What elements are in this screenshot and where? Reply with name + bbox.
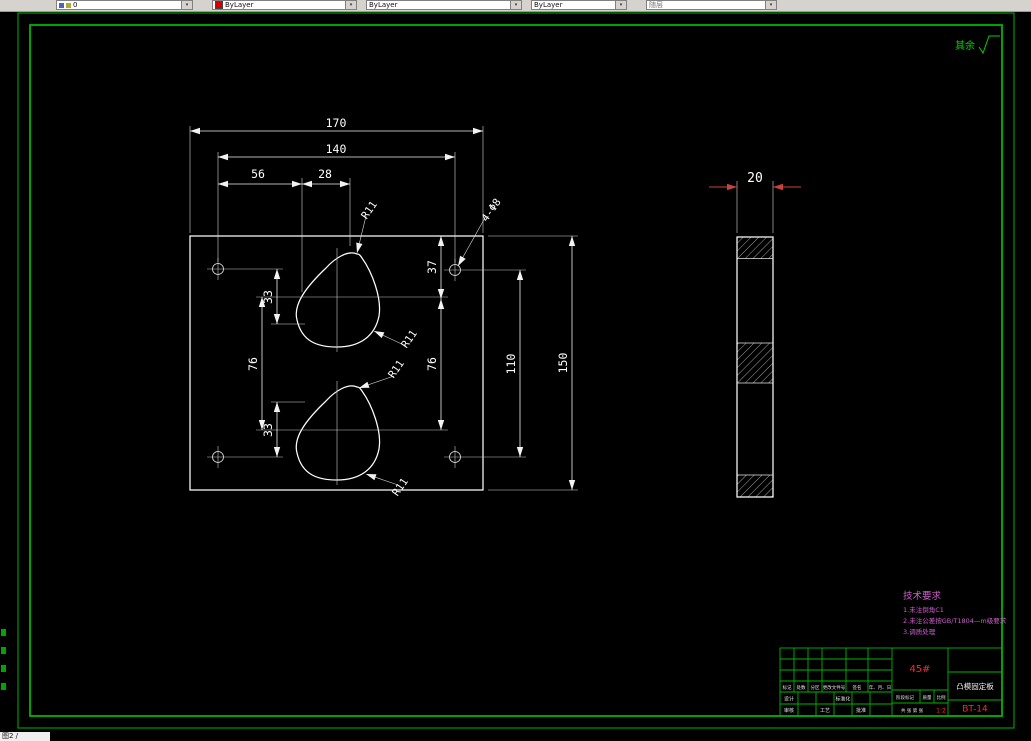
dim-37: 37 — [425, 260, 439, 274]
tb-material: 45# — [909, 664, 930, 675]
tech-req-title: 技术要求 — [903, 590, 942, 602]
properties-toolbar: 0 ▾ ByLayer ▾ ByLayer ▾ ByLayer ▾ 随层 ▾ — [0, 0, 1031, 12]
dropdown-arrow-icon[interactable]: ▾ — [765, 1, 776, 9]
dropdown-arrow-icon[interactable]: ▾ — [181, 1, 192, 9]
plotstyle-value: 随层 — [649, 1, 663, 9]
dimension-lines — [190, 127, 576, 490]
linetype-dropdown[interactable]: ByLayer ▾ — [366, 0, 522, 10]
tb-label: 阶段标记 — [896, 694, 914, 701]
layer-value: 0 — [73, 1, 78, 9]
tb-label: 标准化 — [835, 696, 850, 703]
roughness-symbol-icon — [978, 35, 1000, 55]
cad-window: 0 ▾ ByLayer ▾ ByLayer ▾ ByLayer ▾ 随层 ▾ 其… — [0, 0, 1031, 741]
layer-state-icon — [59, 2, 64, 8]
dim-width-outer: 170 — [326, 116, 347, 130]
margin-zone-marks — [1, 629, 6, 690]
tb-label: 质量 — [923, 694, 932, 701]
teardrop-lower — [295, 385, 381, 481]
tb-scale: 1:2 — [936, 708, 946, 715]
color-dropdown[interactable]: ByLayer ▾ — [212, 0, 357, 10]
tb-label: 工艺 — [820, 708, 830, 714]
color-swatch-icon — [215, 1, 223, 9]
callout-r11-top: R11 — [359, 199, 380, 221]
plotstyle-dropdown[interactable]: 随层 ▾ — [646, 0, 777, 10]
tb-label: 批准 — [856, 707, 866, 714]
status-text: 图2 / — [0, 732, 50, 741]
plate-outline — [189, 235, 484, 491]
dim-56: 56 — [251, 167, 265, 181]
side-view: 20 — [709, 171, 801, 498]
tb-label: 分区 — [811, 684, 820, 691]
dim-33-lower: 33 — [261, 423, 275, 437]
layer-lock-icon — [66, 2, 71, 8]
tb-label: 年、月、日 — [869, 684, 892, 691]
hatch-bottom — [737, 475, 773, 497]
tb-part-name: 凸模固定板 — [956, 681, 994, 691]
tb-drawing-no: BT-14 — [962, 705, 988, 715]
dropdown-arrow-icon[interactable]: ▾ — [615, 1, 626, 9]
extension-lines — [189, 126, 774, 491]
dim-width-holes: 140 — [326, 142, 347, 156]
lineweight-value: ByLayer — [534, 1, 563, 9]
dim-150: 150 — [556, 353, 570, 374]
surface-note-text: 其余 — [955, 39, 975, 52]
dim-110: 110 — [504, 354, 518, 375]
callout-r11-mid-upper: R11 — [399, 328, 420, 350]
teardrop-cutouts — [256, 248, 448, 485]
tb-label: 标记 — [783, 684, 792, 691]
callout-leaders: R11 4-Φ8 R11 R11 R11 — [356, 196, 504, 498]
surface-finish-note: 其余 — [955, 35, 1000, 55]
lineweight-dropdown[interactable]: ByLayer ▾ — [531, 0, 627, 10]
color-value: ByLayer — [225, 1, 254, 9]
dropdown-arrow-icon[interactable]: ▾ — [345, 1, 356, 9]
title-block: 标记 处数 分区 更改文件号 签名 年、月、日 设计 标准化 审核 工艺 批准 … — [779, 647, 1003, 717]
callout-r11-bottom: R11 — [390, 476, 411, 498]
tb-label: 更改文件号 — [823, 684, 846, 691]
callout-r11-mid-lower: R11 — [386, 358, 407, 380]
tb-label: 处数 — [797, 684, 806, 691]
hatch-middle — [737, 343, 773, 383]
hatch-top — [737, 237, 773, 259]
teardrop-upper — [295, 252, 381, 348]
dimension-texts: 170 140 56 28 33 76 33 37 76 110 150 — [246, 116, 570, 437]
tb-label: 签名 — [853, 684, 862, 691]
tb-label: 审核 — [784, 707, 794, 714]
front-view — [189, 235, 526, 491]
tech-req-item: 3.调质处理 — [903, 627, 936, 636]
dropdown-arrow-icon[interactable]: ▾ — [510, 1, 521, 9]
tb-label: 设计 — [784, 696, 794, 703]
tb-sheet: 共 张 第 张 — [901, 707, 924, 714]
dim-33-upper: 33 — [261, 290, 275, 304]
dim-28: 28 — [318, 167, 332, 181]
dim-76-left: 76 — [246, 357, 260, 371]
drawing-viewport[interactable]: 其余 170 140 56 28 33 76 33 37 76 110 150 … — [0, 0, 1031, 741]
technical-requirements: 技术要求 1.未注倒角C1 2.未注公差按GB/T1804—m级要求 3.调质处… — [903, 590, 1007, 636]
linetype-value: ByLayer — [369, 1, 398, 9]
dim-thickness: 20 — [747, 171, 763, 186]
tech-req-item: 1.未注倒角C1 — [903, 605, 944, 614]
layer-dropdown[interactable]: 0 ▾ — [56, 0, 193, 10]
dim-76-right: 76 — [425, 357, 439, 371]
tech-req-item: 2.未注公差按GB/T1804—m级要求 — [903, 616, 1007, 625]
tb-label: 比例 — [937, 694, 946, 701]
